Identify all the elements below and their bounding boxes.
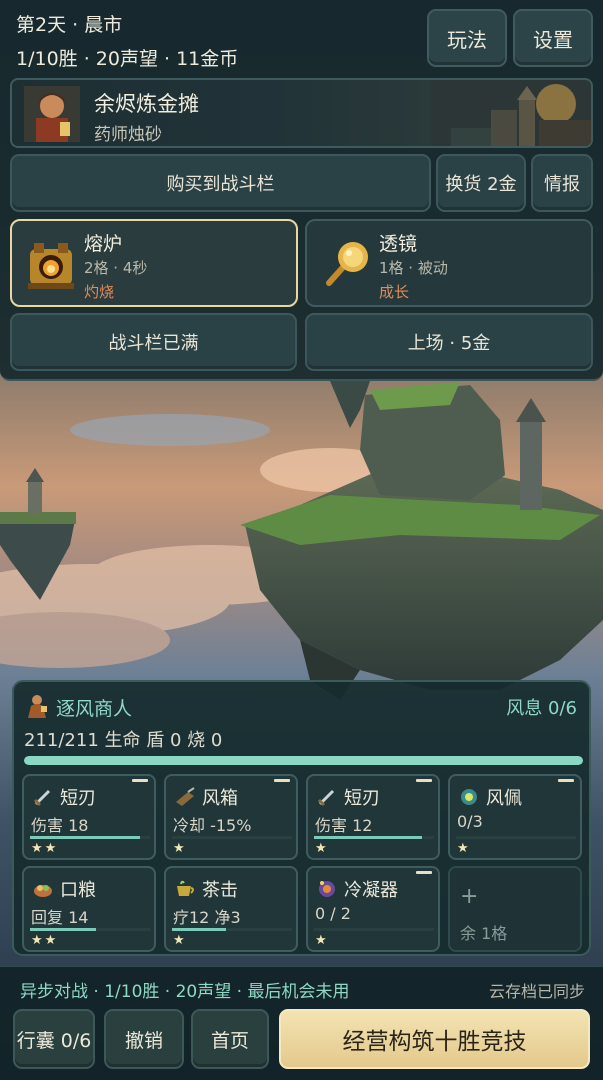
match-status: 异步对战 · 1/10胜 · 20声望 · 最后机会未用 [20,982,350,1002]
merchant-icon [28,695,47,718]
slot-name: 短刃 [60,788,96,809]
item-stats: 1格 · 被动 [379,259,448,277]
opponent-stats: 211/211 生命 盾 0 烧 0 [24,730,223,751]
slot-stars: ★★ [31,933,59,948]
slot-stat: 伤害 12 [315,816,373,835]
board-slot[interactable]: 风箱 冷却 -15% ★ [164,774,298,860]
settings-button[interactable]: 设置 [513,9,593,67]
slot-stat: 冷却 -15% [173,816,252,835]
slot-stat: 疗12 净3 [173,908,241,927]
alchemy-stall-art [431,80,591,146]
slot-bar-fill [30,836,141,839]
slot-stat: 0/3 [457,812,483,831]
slot-badge [558,779,574,782]
slot-stat: 0 / 2 [315,904,351,923]
dagger-icon [33,789,51,807]
slot-bar [314,928,434,931]
slot-badge [416,871,432,874]
rules-button[interactable]: 玩法 [427,9,507,67]
board-slot[interactable]: 风佩 0/3 ★ [448,774,582,860]
slot-name: 冷凝器 [344,880,398,901]
home-button[interactable]: 首页 [191,1009,269,1069]
board-slot[interactable]: 茶击 疗12 净3 ★ [164,866,298,952]
slot-bar [456,836,576,839]
hp-bar [24,756,583,765]
slot-name: 茶击 [202,880,238,901]
slot-bar [30,928,150,931]
start-arena-button[interactable]: 经营构筑十胜竞技 [279,1009,590,1069]
bag-button[interactable]: 行囊 0/6 [13,1009,95,1069]
slot-name: 口粮 [60,880,96,901]
item-stats: 2格 · 4秒 [84,259,148,277]
opponent-panel: 逐风商人 风息 0/6 211/211 生命 盾 0 烧 0 短刃 伤害 18 … [12,680,591,956]
shop-banner: 余烬炼金摊 药师烛砂 [10,78,593,148]
slot-bar [314,836,434,839]
bellows-icon [176,787,195,806]
lens-icon [326,242,368,286]
shop-panel: 第2天 · 晨市 1/10胜 · 20声望 · 11金币 玩法 设置 余烬炼金摊… [0,0,603,381]
board-slot[interactable]: 冷凝器 0 / 2 ★ [306,866,440,952]
footer-bar: 异步对战 · 1/10胜 · 20声望 · 最后机会未用 云存档已同步 行囊 0… [0,966,603,1080]
hp-bar-fill [24,756,583,765]
shop-name: 余烬炼金摊 [94,92,199,116]
battle-full-button[interactable]: 战斗栏已满 [10,313,297,371]
buy-to-battle-button[interactable]: 购买到战斗栏 [10,154,431,212]
wind-charm-icon [461,789,477,805]
undo-button[interactable]: 撤销 [104,1009,184,1069]
board-slot[interactable]: 短刃 伤害 12 ★ [306,774,440,860]
slot-name: 风佩 [486,788,522,809]
day-phase-label: 第2天 · 晨市 [16,14,123,36]
slot-stat: 回复 14 [31,908,89,927]
shop-item-lens[interactable]: 透镜 1格 · 被动 成长 [305,219,593,307]
slot-bar [172,928,292,931]
free-slot-label: 余 1格 [460,924,508,943]
slot-bar [172,836,292,839]
empty-board-slot[interactable]: + 余 1格 [448,866,582,952]
main-floating-island [240,382,603,700]
slot-bar-fill [30,928,96,931]
slot-stars: ★ [457,841,471,856]
add-slot-icon: + [460,884,479,909]
slot-stars: ★★ [31,841,59,856]
slot-name: 风箱 [202,788,238,809]
reroll-button[interactable]: 换货 2金 [436,154,526,212]
slot-bar [30,836,150,839]
slot-badge [274,779,290,782]
slot-name: 短刃 [344,788,380,809]
slot-badge [416,779,432,782]
slot-stat: 伤害 18 [31,816,89,835]
item-tag: 灼烧 [84,283,115,301]
shop-item-furnace[interactable]: 熔炉 2格 · 4秒 灼烧 [10,219,298,307]
slot-bar-fill [172,928,226,931]
slot-stars: ★ [315,933,329,948]
tea-icon [177,880,194,896]
slot-stars: ★ [173,933,187,948]
slot-badge [132,779,148,782]
intel-button[interactable]: 情报 [531,154,593,212]
slot-stars: ★ [315,841,329,856]
item-name: 透镜 [379,233,418,255]
board-slot[interactable]: 短刃 伤害 18 ★★ [22,774,156,860]
furnace-icon [28,243,74,289]
deploy-button[interactable]: 上场 · 5金 [305,313,593,371]
rations-icon [34,885,52,897]
wind-counter: 风息 0/6 [506,698,577,719]
item-tag: 成长 [379,283,410,301]
opponent-name: 逐风商人 [56,698,133,720]
slot-stars: ★ [173,841,187,856]
item-name: 熔炉 [84,233,123,255]
run-progress-label: 1/10胜 · 20声望 · 11金币 [16,48,239,70]
shop-owner: 药师烛砂 [94,125,162,145]
board-slot[interactable]: 口粮 回复 14 ★★ [22,866,156,952]
slot-bar-fill [314,836,422,839]
dagger-icon [317,789,335,807]
merchant-avatar [24,86,80,142]
condenser-icon [319,881,335,897]
cloud-save-status: 云存档已同步 [488,982,585,1001]
